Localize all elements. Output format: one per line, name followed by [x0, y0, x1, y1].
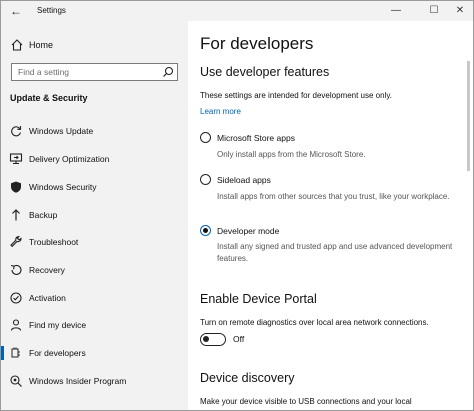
home-label: Home — [29, 40, 54, 50]
home-icon — [10, 38, 24, 52]
developer-tools-icon — [9, 346, 23, 360]
minimize-button[interactable]: — — [381, 1, 411, 21]
learn-more-link[interactable]: Learn more — [200, 106, 241, 118]
page-title: For developers — [200, 34, 314, 53]
delivery-optimization-icon — [9, 152, 23, 166]
sidebar-item-recovery[interactable]: Recovery — [1, 259, 188, 281]
radio-label: Microsoft Store apps — [217, 133, 295, 143]
radio-label: Developer mode — [217, 226, 280, 236]
section-heading-device-discovery: Device discovery — [200, 371, 295, 385]
radio-description: Install apps from other sources that you… — [217, 192, 450, 201]
sidebar-item-windows-security[interactable]: Windows Security — [1, 176, 188, 198]
sidebar-item-label: Recovery — [29, 265, 65, 275]
back-arrow-icon[interactable]: ← — [7, 2, 25, 20]
window-title: Settings — [37, 6, 66, 15]
insider-icon — [9, 374, 23, 388]
sidebar-item-backup[interactable]: Backup — [1, 204, 188, 226]
sidebar-item-activation[interactable]: Activation — [1, 287, 188, 309]
section-heading-use-developer-features: Use developer features — [200, 65, 330, 79]
sidebar: Home Find a setting Update & Security Wi… — [1, 21, 188, 410]
sidebar-item-label: Windows Update — [29, 126, 94, 136]
refresh-icon — [9, 124, 23, 138]
sidebar-item-label: For developers — [29, 348, 86, 358]
activation-icon — [9, 291, 23, 305]
device-discovery-description: Make your device visible to USB connecti… — [200, 397, 412, 406]
backup-arrow-icon — [9, 208, 23, 222]
search-icon[interactable] — [162, 66, 174, 78]
sidebar-item-windows-update[interactable]: Windows Update — [1, 120, 188, 142]
scrollbar[interactable] — [467, 61, 470, 171]
sidebar-item-label: Windows Insider Program — [29, 376, 127, 386]
sidebar-item-label: Troubleshoot — [29, 237, 79, 247]
sidebar-item-windows-insider-program[interactable]: Windows Insider Program — [1, 370, 188, 392]
radio-button[interactable] — [200, 174, 211, 185]
radio-button-selected[interactable] — [200, 225, 211, 236]
sidebar-item-delivery-optimization[interactable]: Delivery Optimization — [1, 148, 188, 170]
sidebar-item-label: Activation — [29, 293, 66, 303]
radio-description: Install any signed and trusted app and u… — [217, 242, 453, 263]
device-portal-description: Turn on remote diagnostics over local ar… — [200, 318, 429, 327]
radio-description: Only install apps from the Microsoft Sto… — [217, 150, 366, 159]
section-description: These settings are intended for developm… — [200, 91, 392, 100]
sidebar-item-for-developers[interactable]: For developers — [1, 342, 188, 364]
radio-label: Sideload apps — [217, 175, 271, 185]
person-icon — [9, 318, 23, 332]
sidebar-item-label: Backup — [29, 210, 58, 220]
device-portal-toggle[interactable] — [200, 333, 226, 346]
search-placeholder: Find a setting — [18, 67, 70, 77]
shield-icon — [9, 180, 23, 194]
sidebar-item-troubleshoot[interactable]: Troubleshoot — [1, 231, 188, 253]
sidebar-item-find-my-device[interactable]: Find my device — [1, 314, 188, 336]
settings-window: ← Settings — ☐ ✕ Home Find a setting Upd… — [0, 0, 474, 411]
section-heading-enable-device-portal: Enable Device Portal — [200, 292, 317, 306]
selection-indicator — [1, 346, 4, 360]
main-content: For developers Use developer features Th… — [188, 21, 473, 410]
search-input[interactable]: Find a setting — [11, 63, 178, 81]
sidebar-home[interactable]: Home — [1, 35, 188, 55]
toggle-state-label: Off — [233, 334, 245, 344]
section-title: Update & Security — [10, 93, 88, 103]
wrench-icon — [9, 235, 23, 249]
sidebar-item-label: Find my device — [29, 320, 87, 330]
sidebar-item-label: Windows Security — [29, 182, 97, 192]
radio-button[interactable] — [200, 132, 211, 143]
recovery-icon — [9, 263, 23, 277]
close-button[interactable]: ✕ — [445, 1, 473, 21]
title-bar: ← Settings — ☐ ✕ — [1, 1, 473, 21]
sidebar-item-label: Delivery Optimization — [29, 154, 110, 164]
